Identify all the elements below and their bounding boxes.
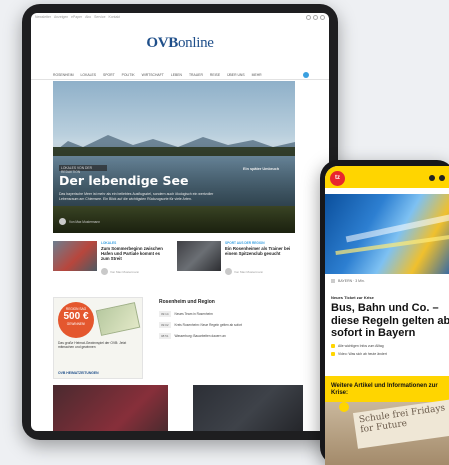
- more-articles: Weitere Artikel und Informationen zur Kr…: [325, 376, 449, 465]
- top-link[interactable]: Kontakt: [108, 15, 120, 19]
- card-author: Von Max Mustermann: [225, 268, 263, 275]
- meta-text: BAYERN · 3 Min.: [338, 279, 365, 283]
- hero-teaser: Das bayerische Meer ist mehr als ein bel…: [59, 192, 214, 201]
- teaser-image[interactable]: [193, 385, 303, 431]
- search-icon[interactable]: [303, 72, 309, 78]
- bullet-text[interactable]: Video: Was sich ab heute ändert: [338, 352, 387, 356]
- hero-kicker: LOKALES VON DER REDAKTION: [59, 165, 107, 174]
- avatar: [101, 268, 108, 275]
- phone-kicker: Neues Ticket zur Krise: [331, 295, 374, 300]
- region-news: Rosenheim und Region 09:14 Neues Team in …: [159, 299, 309, 344]
- card-kicker: SPORT AUS DER REGION: [225, 241, 265, 245]
- nav-item[interactable]: MEHR: [252, 73, 262, 77]
- author-name: Von Max Mustermann: [234, 269, 264, 274]
- card-author: Von Max Mustermann: [101, 268, 139, 275]
- nav-item[interactable]: POLITIK: [122, 73, 135, 77]
- author-name: Von Max Mustermann: [110, 269, 140, 274]
- teaser-image[interactable]: [53, 385, 168, 431]
- bullet-icon: [331, 352, 335, 356]
- site-logo[interactable]: OVBonline: [31, 35, 329, 52]
- news-row[interactable]: 08:51 Wasserburg: Bauarbeiten dauern an: [159, 333, 309, 339]
- author-name: Von Max Mustermann: [69, 219, 101, 224]
- card-title[interactable]: Ein Rosenheimer als Trainer bei einem Sp…: [225, 246, 293, 256]
- advertisement[interactable]: REGION SAG 500 € GEWINNEN! Das große Hei…: [53, 297, 143, 379]
- article-card[interactable]: LOKALES Zum Sommerbeginn zwischen Hafen …: [53, 241, 171, 281]
- news-text[interactable]: Kreis Rosenheim: Neue Regeln gelten ab s…: [175, 323, 243, 327]
- card-kicker: LOKALES: [101, 241, 117, 245]
- region-heading: Rosenheim und Region: [159, 299, 215, 305]
- hero-side-headline[interactable]: Ein später Umbruch: [243, 167, 279, 171]
- hero-overlay: [53, 81, 295, 233]
- badge-bottom: GEWINNEN!: [66, 322, 86, 326]
- menu-icon[interactable]: [320, 15, 325, 20]
- nav-item[interactable]: LEBEN: [171, 73, 182, 77]
- nav-item[interactable]: REISE: [210, 73, 220, 77]
- top-link[interactable]: ePaper: [71, 15, 82, 19]
- nav-item[interactable]: WIRTSCHAFT: [142, 73, 164, 77]
- phone-hero-image[interactable]: [325, 194, 449, 274]
- bottom-teasers: [53, 385, 303, 431]
- tablet-screen: Newsletter Anzeigen ePaper Abo Service K…: [31, 13, 329, 431]
- top-link[interactable]: Newsletter: [35, 15, 51, 19]
- phone-header: tz: [325, 166, 449, 188]
- phone-title[interactable]: Bus, Bahn und Co. – diese Regeln gelten …: [331, 302, 449, 340]
- article-meta: BAYERN · 3 Min.: [331, 279, 365, 283]
- ad-copy: Das große Heimat-Gewinnspiel der OVB: Je…: [58, 341, 127, 349]
- card-title[interactable]: Zum Sommerbeginn zwischen Hafen und Part…: [101, 246, 169, 261]
- user-icon[interactable]: [313, 15, 318, 20]
- avatar: [225, 268, 232, 275]
- bullet-icon: [331, 344, 335, 348]
- top-link[interactable]: Service: [94, 15, 105, 19]
- top-link[interactable]: Anzeigen: [54, 15, 68, 19]
- phone-screen: tz BAYERN · 3 Min. Neues Ticket zur Kris…: [325, 166, 449, 465]
- search-icon[interactable]: [306, 15, 311, 20]
- bullet-text[interactable]: Alle wichtigen Infos zum Alltag: [338, 344, 384, 348]
- nav-item[interactable]: TRAUER: [189, 73, 203, 77]
- more-heading: Weitere Artikel und Informationen zur Kr…: [331, 383, 438, 396]
- card-image: [177, 241, 221, 271]
- tablet-device: Newsletter Anzeigen ePaper Abo Service K…: [22, 4, 338, 440]
- banknote-image: [95, 302, 141, 336]
- badge-amount: 500 €: [63, 311, 89, 322]
- logo-sub: online: [177, 35, 214, 51]
- news-row[interactable]: 09:14 Neues Team in Rosenheim: [159, 311, 309, 317]
- article-cards: LOKALES Zum Sommerbeginn zwischen Hafen …: [53, 241, 295, 281]
- card-image: [53, 241, 97, 271]
- hero-article[interactable]: LOKALES VON DER REDAKTION Der lebendige …: [53, 81, 295, 233]
- news-text[interactable]: Wasserburg: Bauarbeiten dauern an: [175, 334, 226, 338]
- news-text[interactable]: Neues Team in Rosenheim: [175, 312, 213, 316]
- nav-item[interactable]: LOKALES: [81, 73, 96, 77]
- play-icon[interactable]: [339, 402, 349, 412]
- hero-author: Von Max Mustermann: [59, 218, 100, 225]
- tz-logo[interactable]: tz: [330, 171, 345, 186]
- news-row[interactable]: 09:02 Kreis Rosenheim: Neue Regeln gelten…: [159, 322, 309, 328]
- prize-badge: REGION SAG 500 € GEWINNEN!: [58, 302, 94, 338]
- top-link[interactable]: Abo: [85, 15, 91, 19]
- top-icons: [306, 15, 325, 20]
- logo-main: OVB: [146, 35, 178, 51]
- news-time: 08:51: [159, 333, 171, 339]
- ad-brand: OVB HEIMATZEITUNGEN: [58, 371, 99, 375]
- bullet-link[interactable]: Alle wichtigen Infos zum Alltag: [331, 344, 384, 348]
- nav-item[interactable]: SPORT: [103, 73, 115, 77]
- main-nav: ROSENHEIM LOKALES SPORT POLITIK WIRTSCHA…: [31, 70, 329, 80]
- nav-item[interactable]: ROSENHEIM: [53, 73, 74, 77]
- bullet-link[interactable]: Video: Was sich ab heute ändert: [331, 352, 387, 356]
- user-icon[interactable]: [439, 175, 445, 181]
- article-card[interactable]: SPORT AUS DER REGION Ein Rosenheimer als…: [177, 241, 295, 281]
- avatar: [59, 218, 66, 225]
- news-time: 09:02: [159, 322, 171, 328]
- nav-item[interactable]: ÜBER UNS: [227, 73, 245, 77]
- top-links: Newsletter Anzeigen ePaper Abo Service K…: [35, 15, 120, 19]
- bookmark-icon[interactable]: [331, 279, 335, 283]
- hero-title[interactable]: Der lebendige See: [59, 173, 188, 188]
- header-icons: [429, 175, 449, 181]
- search-icon[interactable]: [429, 175, 435, 181]
- phone-device: tz BAYERN · 3 Min. Neues Ticket zur Kris…: [320, 160, 449, 465]
- news-time: 09:14: [159, 311, 171, 317]
